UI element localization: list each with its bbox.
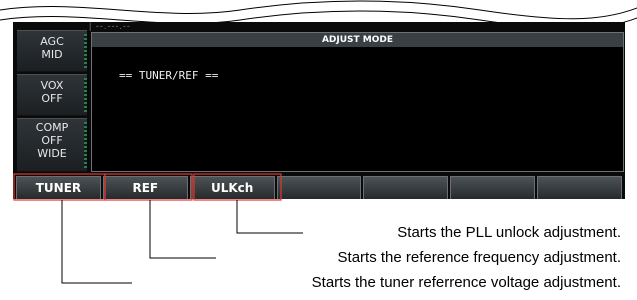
vox-button[interactable]: VOX OFF: [17, 74, 87, 116]
empty-softkey-7[interactable]: [537, 176, 623, 199]
agc-label: AGC: [40, 35, 64, 48]
agc-level-bar: [84, 34, 87, 68]
softkey-row: TUNER REF ULKch: [13, 175, 625, 199]
radio-screen: | --.---.-- AGC MID VOX OFF COMP OFF WID…: [13, 22, 625, 199]
adjust-mode-panel: ADJUST MODE == TUNER/REF ==: [91, 32, 624, 172]
adjust-mode-title: ADJUST MODE: [92, 33, 623, 47]
vox-value: OFF: [41, 92, 63, 105]
pll-unlock-note: Starts the PLL unlock adjustment.: [397, 224, 621, 241]
tuner-voltage-note: Starts the tuner referrence voltage adju…: [311, 274, 621, 291]
vox-label: VOX: [40, 79, 64, 92]
empty-softkey-4[interactable]: [276, 176, 362, 199]
vox-level-bar: [84, 78, 87, 112]
frequency-strip: | --.---.--: [89, 22, 131, 31]
comp-value: OFF: [41, 134, 63, 147]
ref-leader: [149, 200, 216, 259]
comp-button[interactable]: COMP OFF WIDE: [17, 118, 87, 172]
empty-softkey-6[interactable]: [450, 176, 536, 199]
tuner-ref-heading: == TUNER/REF ==: [119, 69, 219, 82]
ulkch-softkey[interactable]: ULKch: [189, 176, 275, 199]
agc-button[interactable]: AGC MID: [17, 30, 87, 72]
tuner-softkey[interactable]: TUNER: [16, 176, 101, 199]
agc-value: MID: [41, 48, 63, 61]
comp-label: COMP: [35, 121, 69, 134]
tuner-leader: [61, 200, 132, 284]
comp-width: WIDE: [37, 147, 67, 160]
empty-softkey-5[interactable]: [363, 176, 449, 199]
ref-softkey[interactable]: REF: [102, 176, 188, 199]
reference-frequency-note: Starts the reference frequency adjustmen…: [337, 249, 621, 266]
comp-level-bar: [84, 122, 87, 168]
ulkch-leader: [236, 200, 303, 234]
